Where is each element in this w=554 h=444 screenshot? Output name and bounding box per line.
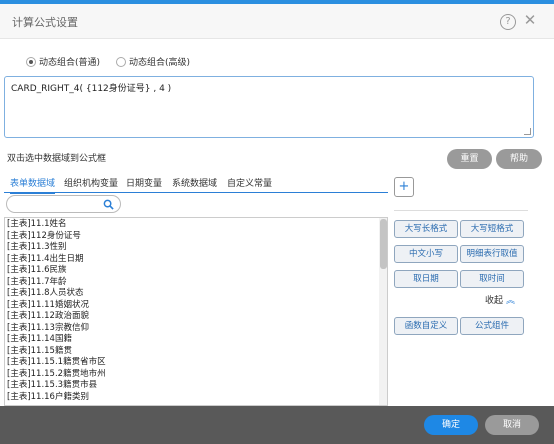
tab-org-variables[interactable]: 组织机构变量	[64, 176, 118, 189]
cancel-button[interactable]: 取消	[485, 415, 539, 435]
resize-handle-icon[interactable]	[524, 128, 531, 135]
mode-radio-advanced[interactable]: 动态组合(高级)	[116, 55, 190, 68]
fn-chinese-lower-button[interactable]: 中文小写	[394, 245, 458, 263]
list-item[interactable]: [主表]11.6民族	[7, 265, 106, 277]
tab-custom-constants[interactable]: 自定义常量	[227, 176, 272, 189]
list-item[interactable]: [主表]11.3性别	[7, 242, 106, 254]
list-item[interactable]: [主表]11.1姓名	[7, 219, 106, 231]
fn-upper-short-button[interactable]: 大写短格式	[460, 220, 524, 238]
list-item[interactable]: [主表]11.15籍贯	[7, 346, 106, 358]
list-item[interactable]: [主表]11.16户籍类别	[7, 392, 106, 404]
search-box[interactable]	[6, 195, 121, 213]
field-list: [主表]11.1姓名 [主表]112身份证号 [主表]11.3性别 [主表]11.4出…	[4, 217, 388, 406]
list-item[interactable]: [主表]112身份证号	[7, 231, 106, 243]
mode-radio-label: 动态组合(高级)	[129, 58, 191, 68]
list-item[interactable]: [主表]11.11婚姻状况	[7, 300, 106, 312]
list-item[interactable]: [主表]11.13宗教信仰	[7, 323, 106, 335]
fn-custom-function-button[interactable]: 函数自定义	[394, 317, 458, 335]
formula-text: CARD_RIGHT_4( {112身份证号} , 4 )	[11, 84, 172, 94]
tab-date-variables[interactable]: 日期变量	[126, 176, 162, 189]
field-tabs: 表单数据域 组织机构变量 日期变量 系统数据域 自定义常量	[4, 172, 388, 194]
scrollbar-thumb[interactable]	[380, 219, 387, 269]
tab-form-fields[interactable]: 表单数据域	[10, 176, 56, 194]
add-button[interactable]: +	[394, 177, 414, 197]
fn-get-time-button[interactable]: 取时间	[460, 270, 524, 288]
help-button[interactable]: 帮助	[496, 149, 542, 169]
ok-button[interactable]: 确定	[424, 415, 478, 435]
tab-system-fields[interactable]: 系统数据域	[172, 176, 217, 189]
hint-text: 双击选中数据域到公式框	[7, 154, 107, 164]
collapse-toggle[interactable]: 收起 ︽	[485, 293, 515, 306]
divider	[394, 210, 528, 211]
field-list-items: [主表]11.1姓名 [主表]112身份证号 [主表]11.3性别 [主表]11.4出…	[7, 219, 106, 403]
dialog-title: 计算公式设置	[12, 16, 78, 29]
mode-radio-normal[interactable]: 动态组合(普通)	[26, 55, 100, 68]
list-item[interactable]: [主表]11.12政治面貌	[7, 311, 106, 323]
chevron-up-icon: ︽	[506, 296, 516, 306]
list-item[interactable]: [主表]11.15.1籍贯省市区	[7, 357, 106, 369]
search-icon[interactable]	[103, 199, 114, 210]
fn-get-date-button[interactable]: 取日期	[394, 270, 458, 288]
fn-formula-component-button[interactable]: 公式组件	[460, 317, 524, 335]
close-icon[interactable]: ✕	[522, 12, 538, 28]
mode-radio-label: 动态组合(普通)	[39, 58, 101, 68]
list-item[interactable]: [主表]11.4出生日期	[7, 254, 106, 266]
radio-indicator[interactable]	[116, 56, 126, 67]
help-icon[interactable]: ?	[500, 14, 516, 30]
list-item[interactable]: [主表]11.7年龄	[7, 277, 106, 289]
radio-indicator[interactable]	[26, 56, 36, 67]
list-item[interactable]: [主表]11.14国籍	[7, 334, 106, 346]
list-item[interactable]: [主表]11.15.3籍贯市县	[7, 380, 106, 392]
list-item[interactable]: [主表]11.8人员状态	[7, 288, 106, 300]
list-item[interactable]: [主表]11.15.2籍贯地市州	[7, 369, 106, 381]
fn-detail-row-value-button[interactable]: 明细表行取值	[460, 245, 524, 263]
reset-button[interactable]: 重置	[447, 149, 492, 169]
collapse-label: 收起	[485, 296, 504, 306]
search-input[interactable]	[13, 198, 105, 212]
dialog-titlebar: 计算公式设置 ? ✕	[0, 4, 554, 39]
formula-editor[interactable]: CARD_RIGHT_4( {112身份证号} , 4 )	[4, 76, 534, 138]
fn-upper-long-button[interactable]: 大写长格式	[394, 220, 458, 238]
